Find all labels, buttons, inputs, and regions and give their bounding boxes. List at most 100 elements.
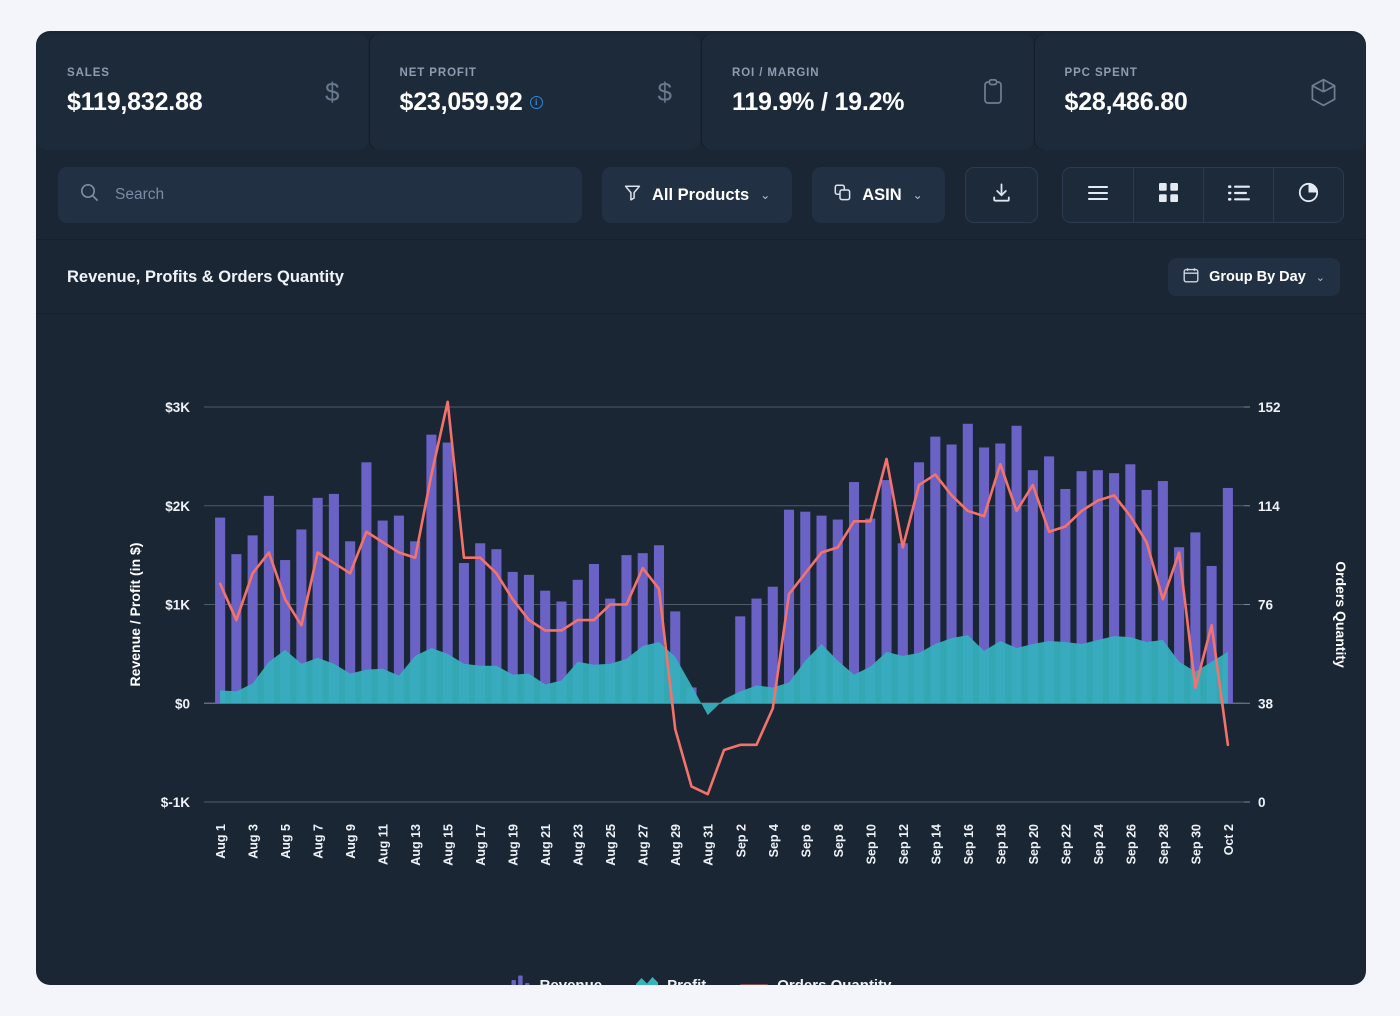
all-products-filter-button[interactable]: All Products ⌄ [602, 167, 793, 223]
x-axis-tick-label: Aug 23 [572, 824, 586, 866]
x-axis-tick-label: Aug 27 [637, 824, 651, 866]
y-axis-tick-label: $2K [165, 499, 190, 514]
y-axis-tick-label: $1K [165, 598, 190, 613]
chevron-down-icon: ⌄ [1315, 271, 1325, 284]
revenue-bars-icon [511, 975, 531, 985]
kpi-value: 119.9% / 19.2% [732, 88, 981, 117]
kpi-value: $119,832.88 [67, 88, 325, 117]
grid-view-icon [1159, 183, 1178, 207]
kpi-value-text: $23,059.92 [399, 88, 523, 116]
dollar-icon: $ [325, 76, 340, 107]
x-axis-tick-label: Aug 3 [247, 824, 261, 859]
y-axis-title: Revenue / Profit (in $) [127, 543, 143, 687]
y-axis-tick-label: $-1K [161, 795, 191, 810]
view-pie-chart-button[interactable] [1273, 168, 1343, 222]
y-axis-tick-label: $0 [175, 696, 190, 711]
kpi-card-net-profit[interactable]: NET PROFIT $23,059.92 i $ [369, 34, 700, 150]
chevron-down-icon: ⌄ [912, 188, 923, 202]
x-axis-tick-label: Aug 7 [312, 824, 326, 859]
y2-axis-title: Orders Quantity [1333, 561, 1349, 668]
x-axis-tick-label: Sep 14 [929, 824, 943, 864]
revenue-bar [361, 462, 372, 704]
revenue-bar [783, 509, 795, 704]
kpi-label: PPC SPENT [1064, 67, 1138, 79]
kpi-label: ROI / MARGIN [732, 67, 820, 79]
asin-filter-label: ASIN [862, 185, 902, 204]
list-view-icon [1087, 184, 1109, 207]
x-axis-tick-label: Sep 26 [1124, 824, 1138, 864]
revenue-bar [247, 535, 258, 704]
copy-icon [834, 184, 851, 206]
x-axis-tick-label: Aug 1 [214, 824, 228, 859]
view-toggle-group [1062, 167, 1344, 223]
kpi-value: $23,059.92 i [400, 88, 658, 117]
x-axis-tick-label: Aug 29 [669, 824, 683, 866]
x-axis-tick-label: Sep 4 [767, 824, 781, 857]
pie-chart-view-icon [1298, 182, 1319, 208]
profit-area-icon [636, 976, 659, 985]
kpi-value-text: 119.9% / 19.2% [732, 88, 905, 116]
y2-axis-tick-label: 76 [1258, 598, 1274, 613]
search-input[interactable] [115, 186, 560, 204]
kpi-card-roi-margin[interactable]: ROI / MARGIN 119.9% / 19.2% [702, 34, 1033, 150]
view-detail-list-button[interactable] [1203, 168, 1273, 222]
revenue-bar [848, 482, 860, 704]
x-axis-tick-label: Aug 9 [344, 824, 358, 859]
x-axis-tick-label: Oct 2 [1222, 824, 1236, 855]
x-axis-tick-label: Aug 19 [507, 824, 521, 866]
chart-header: Revenue, Profits & Orders Quantity Group… [36, 240, 1366, 314]
x-axis-tick-label: Sep 8 [832, 824, 846, 857]
kpi-card-sales[interactable]: SALES $119,832.88 $ [37, 34, 368, 150]
search-icon [80, 183, 99, 207]
detail-list-view-icon [1227, 184, 1250, 207]
legend-item-revenue[interactable]: Revenue [511, 975, 602, 985]
legend-item-orders-quantity[interactable]: Orders Quantity [739, 977, 891, 985]
legend-item-profit[interactable]: Profit [636, 976, 706, 985]
kpi-label: NET PROFIT [399, 67, 477, 79]
x-axis-tick-label: Sep 2 [734, 824, 748, 857]
orders-line-icon [739, 977, 769, 985]
toolbar: All Products ⌄ ASIN ⌄ [36, 153, 1366, 240]
x-axis-tick-label: Aug 11 [377, 824, 391, 865]
x-axis-tick-label: Sep 22 [1059, 824, 1073, 864]
revenue-bar [215, 517, 226, 704]
group-by-button[interactable]: Group By Day ⌄ [1168, 258, 1340, 296]
kpi-label: SALES [67, 67, 110, 79]
all-products-filter-label: All Products [652, 185, 750, 204]
kpi-value-text: $28,486.80 [1064, 88, 1188, 116]
info-icon[interactable]: i [529, 96, 543, 109]
x-axis-tick-label: Aug 25 [604, 824, 618, 866]
view-list-button[interactable] [1063, 168, 1133, 222]
chart-title: Revenue, Profits & Orders Quantity [67, 267, 344, 286]
kpi-value-text: $119,832.88 [67, 88, 203, 116]
asin-filter-button[interactable]: ASIN ⌄ [812, 167, 945, 223]
chart-area: $3K $2K $1K $0 $-1K 152 114 76 38 0 Revenue / Prof… [36, 314, 1366, 985]
y-axis-tick-label: $3K [165, 400, 190, 415]
group-by-label: Group By Day [1209, 269, 1306, 285]
y2-axis-tick-label: 152 [1258, 400, 1281, 415]
x-axis-tick-label: Aug 21 [539, 824, 553, 866]
x-axis-tick-label: Sep 12 [897, 824, 911, 864]
view-grid-button[interactable] [1133, 168, 1203, 222]
y2-axis-tick-label: 0 [1258, 795, 1266, 810]
x-axis-tick-label: Sep 18 [994, 824, 1008, 864]
x-axis-tick-label: Aug 13 [409, 824, 423, 866]
download-button[interactable] [964, 167, 1038, 223]
x-axis-tick-label: Aug 15 [442, 824, 456, 866]
y2-axis-tick-label: 114 [1258, 499, 1280, 514]
x-axis-tick-label: Aug 31 [702, 824, 716, 866]
x-axis-tick-label: Sep 10 [864, 824, 878, 864]
x-axis-tick-label: Sep 16 [962, 824, 976, 864]
dollar-icon: $ [657, 76, 672, 107]
x-axis-tick-label: Aug 17 [474, 824, 488, 866]
filter-icon [624, 184, 641, 206]
x-axis-tick-label: Sep 24 [1092, 824, 1106, 864]
y2-axis-tick-label: 38 [1258, 696, 1274, 711]
legend-label: Orders Quantity [777, 977, 891, 985]
chevron-down-icon: ⌄ [760, 188, 771, 202]
x-axis-tick-label: Aug 5 [279, 824, 293, 859]
kpi-card-ppc-spent[interactable]: PPC SPENT $28,486.80 [1034, 34, 1365, 150]
legend-label: Profit [667, 977, 706, 985]
search-box[interactable] [58, 167, 582, 223]
revenue-profit-orders-chart[interactable]: $3K $2K $1K $0 $-1K 152 114 76 38 0 Revenue / Prof… [36, 314, 1366, 954]
